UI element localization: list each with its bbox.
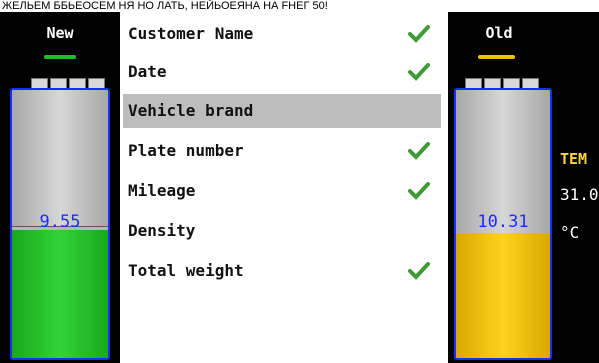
menu-item-label: Mileage — [128, 181, 196, 200]
check-icon — [408, 142, 430, 160]
check-icon — [408, 262, 430, 280]
temperature-value: 31.0 — [560, 185, 599, 204]
menu-item-mileage[interactable]: Mileage — [123, 174, 441, 208]
menu-item-label: Date — [128, 62, 167, 81]
top-status-strip: ЖЕЛЬЕМ ББЬЕОСЕМ НЯ НО ЛАТЬ, НЕЙЬОЕЯНА НА… — [0, 0, 599, 12]
right-gauge-title: Old — [485, 24, 513, 42]
menu-item-date[interactable]: Date — [123, 55, 441, 89]
left-gauge-value: 9.55 — [39, 212, 81, 232]
left-gauge-bar — [44, 55, 76, 59]
menu-item-density[interactable]: Density — [123, 214, 441, 248]
temperature-label: TEM — [560, 150, 588, 168]
check-icon — [408, 63, 430, 81]
right-tank: 10.31 — [454, 88, 552, 360]
menu-item-customer-name[interactable]: Customer Name — [123, 17, 441, 51]
record-menu: Customer Name Date Vehicle brand Plate n… — [120, 12, 448, 363]
menu-item-total-weight[interactable]: Total weight — [123, 254, 441, 288]
menu-item-label: Vehicle brand — [128, 101, 254, 120]
menu-item-plate-number[interactable]: Plate number — [123, 134, 441, 168]
menu-item-label: Total weight — [128, 261, 244, 280]
right-gauge-value: 10.31 — [477, 212, 529, 232]
temperature-unit: °C — [560, 223, 580, 242]
menu-item-label: Density — [128, 221, 196, 240]
menu-item-label: Customer Name — [128, 24, 254, 43]
left-gauge-title: New — [46, 24, 74, 42]
left-tank: 9.55 — [10, 88, 110, 360]
menu-item-label: Plate number — [128, 141, 244, 160]
menu-item-vehicle-brand[interactable]: Vehicle brand — [123, 94, 441, 128]
check-icon — [408, 25, 430, 43]
right-gauge-bar — [478, 55, 515, 59]
check-icon — [408, 182, 430, 200]
